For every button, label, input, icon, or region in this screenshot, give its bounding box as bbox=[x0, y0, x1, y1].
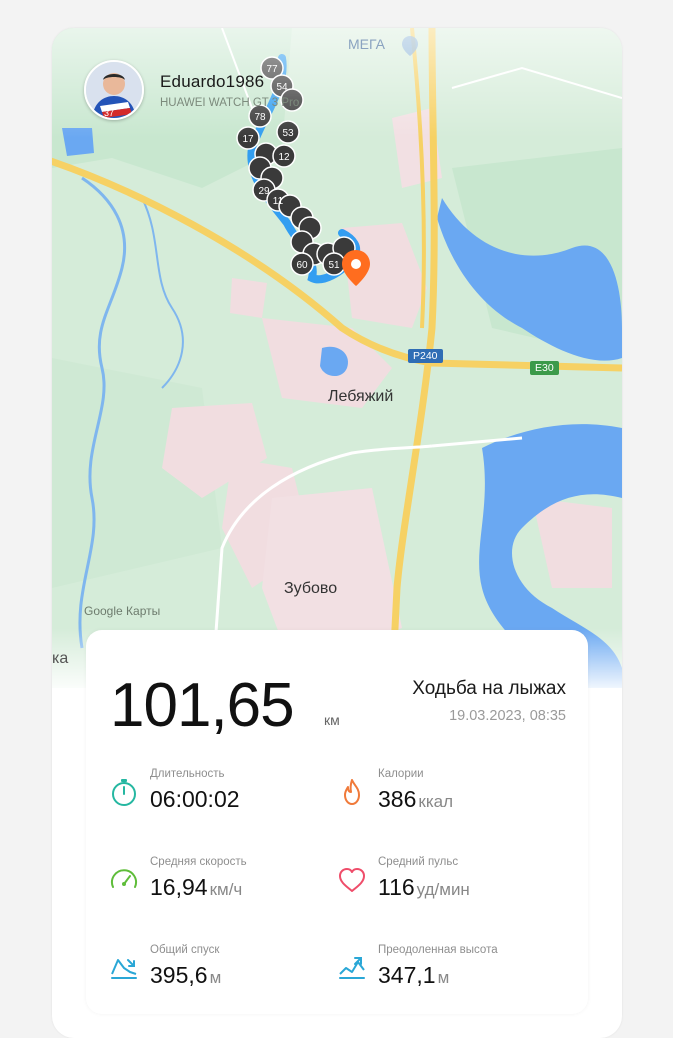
metric-duration-value: 06:00:02 bbox=[150, 786, 240, 812]
user-name: Eduardo1986 bbox=[160, 71, 265, 91]
route-marker-label: 60 bbox=[296, 260, 308, 271]
road-badge-e30: E30 bbox=[530, 361, 559, 375]
metric-avg-hr-label: Средний пульс bbox=[378, 856, 459, 868]
distance-value: 101,65 bbox=[110, 671, 295, 740]
metric-calories-label: Калории bbox=[378, 768, 424, 780]
metric-avg-hr-unit: уд/мин bbox=[416, 880, 470, 899]
map-label-lebyazhiy: Лебяжий bbox=[328, 388, 394, 405]
speedometer-icon bbox=[111, 869, 137, 888]
metric-avg-speed-value: 16,94 км/ч bbox=[150, 874, 243, 900]
map-label-mega: МЕГА bbox=[348, 36, 385, 52]
user-header: 37 Eduardo1986 HUAWEI WATCH GT 3 Pro bbox=[84, 60, 299, 120]
map-label-cut: ка bbox=[52, 650, 69, 667]
heart-icon bbox=[339, 868, 365, 892]
metric-descent-label: Общий спуск bbox=[150, 944, 220, 956]
avatar-bib-number: 37 bbox=[104, 108, 114, 118]
route-marker-label: 12 bbox=[278, 152, 290, 163]
route-marker-label: 29 bbox=[258, 186, 270, 197]
route-map[interactable]: 77 54 78 53 17 12 29 11 60 51 bbox=[52, 28, 622, 688]
metric-avg-hr-value: 116 уд/мин bbox=[378, 874, 470, 900]
device-name: HUAWEI WATCH GT 3 Pro bbox=[160, 96, 300, 109]
map-label-zubovo: Зубово bbox=[284, 580, 338, 597]
flame-icon bbox=[344, 779, 360, 805]
metric-calories-value: 386 ккал bbox=[378, 786, 453, 812]
activity-type: Ходьба на лыжах bbox=[412, 678, 566, 699]
workout-datetime: 19.03.2023, 08:35 bbox=[449, 708, 566, 724]
metric-ascent-unit: м bbox=[437, 968, 450, 987]
avatar[interactable]: 37 bbox=[84, 60, 144, 120]
route-marker-label: 51 bbox=[328, 260, 340, 271]
metric-ascent-value: 347,1 м bbox=[378, 962, 450, 988]
metric-avg-speed-unit: км/ч bbox=[209, 880, 243, 899]
google-maps-attribution: Google Карты bbox=[84, 604, 161, 618]
road-badge-r240: Р240 bbox=[408, 349, 443, 363]
route-marker-label: 11 bbox=[273, 196, 284, 207]
metric-duration-label: Длительность bbox=[150, 768, 225, 780]
metric-descent-value: 395,6 м bbox=[150, 962, 222, 988]
metric-ascent-label: Преодоленная высота bbox=[378, 944, 498, 956]
ascent-icon bbox=[339, 957, 365, 979]
metric-calories-unit: ккал bbox=[418, 792, 453, 811]
distance-unit: км bbox=[324, 712, 340, 728]
metric-descent-unit: м bbox=[209, 968, 222, 987]
metric-avg-speed-label: Средняя скорость bbox=[150, 856, 247, 868]
stopwatch-icon bbox=[112, 779, 136, 806]
descent-icon bbox=[111, 959, 137, 979]
workout-summary-panel: 101,65 км Ходьба на лыжах 19.03.2023, 08… bbox=[86, 630, 588, 1014]
